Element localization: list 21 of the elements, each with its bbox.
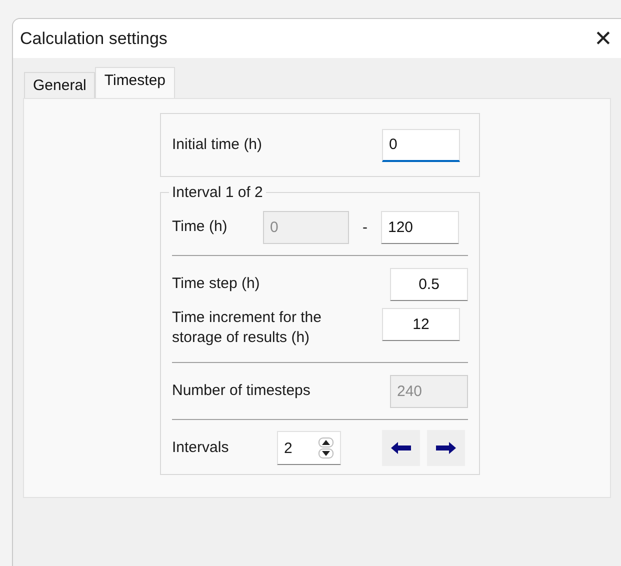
next-button[interactable]: [427, 430, 465, 466]
input-field[interactable]: 0: [382, 128, 460, 162]
spinner-arrows-icon[interactable]: [318, 437, 334, 459]
tab[interactable]: General: [24, 72, 96, 98]
field-label: Intervals: [172, 438, 230, 458]
right-arrow-icon: [435, 441, 457, 455]
window-title: Calculation settings: [20, 28, 168, 48]
input-field[interactable]: 12: [382, 308, 460, 341]
input-field[interactable]: 120: [381, 210, 459, 244]
left-arrow-icon: [390, 441, 412, 455]
range-separator: -: [362, 218, 368, 236]
field-label: Number of timesteps: [172, 381, 312, 401]
spin-box[interactable]: 2: [277, 431, 341, 465]
field-label: Time step (h): [172, 274, 261, 294]
field-label: Time (h): [172, 217, 228, 237]
close-button[interactable]: ✕: [583, 26, 621, 52]
field-label: Initial time (h): [172, 135, 264, 155]
field-label: Time increment for the storage of results (h): [172, 308, 322, 348]
input-field[interactable]: 0.5: [390, 268, 468, 300]
tab[interactable]: Timestep: [95, 67, 175, 98]
previous-button[interactable]: [382, 430, 420, 466]
